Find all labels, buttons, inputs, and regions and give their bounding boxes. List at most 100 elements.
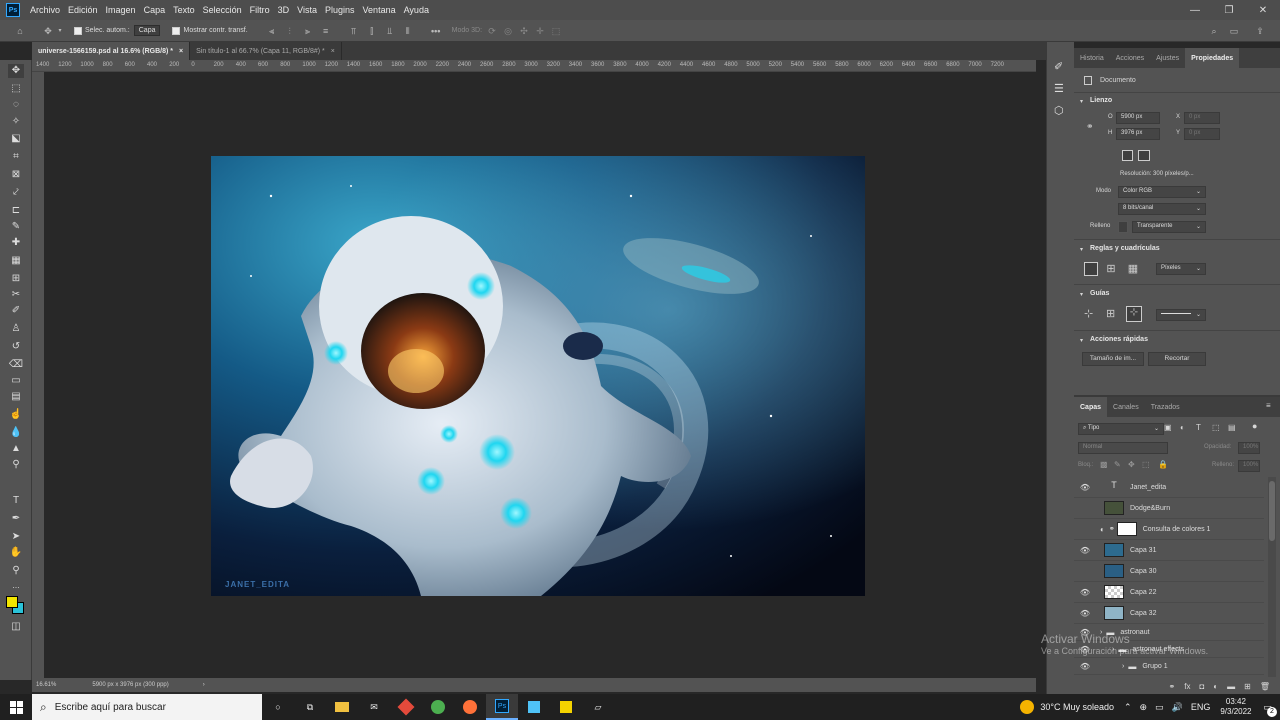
tab-capas[interactable]: Capas (1074, 397, 1108, 417)
chevron-down-icon[interactable]: ▾ (54, 25, 66, 37)
document-image[interactable]: JANET_EDITA (211, 156, 865, 596)
dodge-tool-icon[interactable]: ⚲ (8, 458, 24, 472)
share-icon[interactable]: ⇪ (1254, 25, 1266, 37)
menu-ventana[interactable]: Ventana (359, 5, 400, 15)
new-layer-icon[interactable]: ⊞ (1244, 682, 1251, 691)
taskbar-search-box[interactable]: ⌕ Escribe aquí para buscar (32, 694, 262, 720)
scale-3d-icon[interactable]: ⬚ (550, 25, 562, 37)
fx-icon[interactable]: fx (1184, 682, 1190, 691)
windows-start-icon[interactable] (0, 694, 32, 720)
lasso-tool-icon[interactable]: ◌ (8, 98, 24, 112)
magic-wand-tool-icon[interactable]: ✧ (8, 115, 24, 129)
pixel-grid-icon[interactable]: ▦ (1126, 262, 1140, 276)
canvas-area[interactable]: JANET_EDITA (44, 72, 1034, 678)
close-icon[interactable]: × (331, 48, 335, 55)
network-icon[interactable]: ⊕ (1140, 702, 1148, 713)
link-layers-icon[interactable]: ⚭ (1169, 682, 1176, 691)
auto-select-checkbox[interactable]: Selec. autom.: (74, 26, 130, 35)
scrollbar-thumb[interactable] (1269, 481, 1275, 541)
trash-icon[interactable]: 🗑 (1260, 682, 1270, 691)
chevron-down-icon[interactable]: ▾ (1080, 291, 1083, 298)
quick-mask-icon[interactable]: ◫ (8, 620, 24, 634)
visibility-eye-icon[interactable]: 👁 (1078, 546, 1092, 555)
cut-tool-icon[interactable]: ✂ (8, 288, 24, 302)
move-tool-icon[interactable]: ✥ (42, 25, 54, 37)
link-icon[interactable]: ⚭ (1086, 121, 1094, 132)
blend-mode-dropdown[interactable]: Normal (1078, 442, 1168, 454)
menu-plugins[interactable]: Plugins (321, 5, 359, 15)
menu-capa[interactable]: Capa (140, 5, 170, 15)
tab-untitled[interactable]: Sin título-1 al 66.7% (Capa 11, RGB/8#) … (190, 42, 342, 60)
menu-filtro[interactable]: Filtro (246, 5, 274, 15)
chevron-down-icon[interactable]: ▾ (1080, 337, 1083, 344)
layer-row[interactable]: ◐ ⚭ Consulta de colores 1 (1074, 519, 1264, 540)
workspace-icon[interactable]: ▭ (1228, 25, 1240, 37)
firefox-icon[interactable] (454, 694, 486, 720)
guide-layout-icon[interactable]: ⊞ (1106, 307, 1115, 320)
guide-style-dropdown[interactable]: ⌄ (1156, 309, 1206, 321)
filter-shape-icon[interactable]: ⬚ (1212, 423, 1220, 432)
eyedropper-icon[interactable]: ✎ (8, 220, 24, 234)
path-select-tool-icon[interactable]: ➤ (8, 530, 24, 544)
orbit-3d-icon[interactable]: ⟳ (486, 25, 498, 37)
filter-adjustment-icon[interactable]: ◐ (1180, 423, 1185, 432)
menu-3d[interactable]: 3D (274, 5, 294, 15)
visibility-eye-icon[interactable]: 👁 (1078, 662, 1092, 671)
show-transform-checkbox[interactable]: Mostrar contr. transf. (172, 26, 248, 35)
grid-icon[interactable]: ⊞ (1104, 262, 1118, 276)
chrome-like-icon[interactable] (422, 694, 454, 720)
crop-button[interactable]: Recortar (1148, 352, 1206, 366)
minimize-icon[interactable]: — (1178, 0, 1212, 20)
rectangle-tool-icon[interactable]: ▭ (8, 374, 24, 388)
lock-transparency-icon[interactable]: ▩ (1100, 460, 1108, 469)
mode-dropdown[interactable]: Color RGB ⌄ (1118, 186, 1206, 198)
brush-settings-icon[interactable]: ✐ (1054, 60, 1063, 73)
tab-acciones[interactable]: Acciones (1110, 48, 1150, 68)
brush-tool-icon[interactable]: ✐ (8, 304, 24, 318)
roll-3d-icon[interactable]: ◎ (502, 25, 514, 37)
sticky-notes-icon[interactable] (550, 694, 582, 720)
crop-tool-icon[interactable]: ⌗ (8, 150, 24, 164)
frame-tool-icon[interactable]: ⊠ (8, 168, 24, 182)
more-options-icon[interactable]: ••• (430, 25, 442, 37)
more-tools-icon[interactable]: ⋯ (8, 582, 24, 596)
3d-cube-icon[interactable]: ⬡ (1054, 104, 1064, 117)
filter-image-icon[interactable]: ▣ (1164, 423, 1172, 432)
tab-universe[interactable]: universe-1566159.psd al 16.6% (RGB/8) * × (32, 42, 191, 60)
menu-ayuda[interactable]: Ayuda (400, 5, 433, 15)
blur-tool-icon[interactable]: 💧 (8, 426, 24, 440)
y-input[interactable]: 0 px (1184, 128, 1220, 140)
opacity-input[interactable]: 100% (1238, 442, 1260, 454)
distribute-icon[interactable]: ≡ (320, 25, 332, 37)
sharpen-tool-icon[interactable]: ▲ (8, 442, 24, 456)
align-top-icon[interactable]: ⫪ (348, 25, 360, 37)
width-input[interactable]: 5900 px (1116, 112, 1160, 124)
fill-swatch[interactable] (1118, 221, 1128, 233)
layer-row[interactable]: Capa 30 (1074, 561, 1264, 582)
x-input[interactable]: 0 px (1184, 112, 1220, 124)
visibility-eye-icon[interactable]: 👁 (1078, 609, 1092, 618)
tab-ajustes[interactable]: Ajustes (1150, 48, 1185, 68)
landscape-orientation-icon[interactable] (1138, 150, 1150, 161)
panel-menu-icon[interactable]: ≡ (1266, 401, 1271, 410)
close-icon[interactable]: × (179, 48, 183, 55)
tab-canales[interactable]: Canales (1107, 397, 1145, 417)
chevron-right-icon[interactable]: › (1122, 663, 1124, 670)
menu-texto[interactable]: Texto (169, 5, 199, 15)
drag-3d-icon[interactable]: ✣ (518, 25, 530, 37)
new-adjustment-icon[interactable]: ◐ (1213, 682, 1218, 691)
file-explorer-icon[interactable] (326, 694, 358, 720)
healing-brush-icon[interactable]: ✚ (8, 236, 24, 250)
layer-filter-dropdown[interactable]: ⌕ Tipo ⌄ (1078, 423, 1164, 435)
align-middle-icon[interactable]: ⫿ (366, 25, 378, 37)
menu-imagen[interactable]: Imagen (102, 5, 140, 15)
tab-historia[interactable]: Historia (1074, 48, 1110, 68)
units-dropdown[interactable]: Píxeles ⌄ (1156, 263, 1206, 275)
stamp-tool-icon[interactable]: ♙ (8, 322, 24, 336)
auto-select-dropdown[interactable]: Capa (133, 25, 161, 36)
app-icon-window[interactable]: ▱ (582, 694, 614, 720)
pen-tool-icon[interactable]: ✒ (8, 512, 24, 526)
notification-center-icon[interactable]: ▭ 2 (1263, 702, 1277, 717)
cortana-icon[interactable]: ○ (262, 694, 294, 720)
layer-row[interactable]: 👁 Capa 32 (1074, 603, 1264, 624)
